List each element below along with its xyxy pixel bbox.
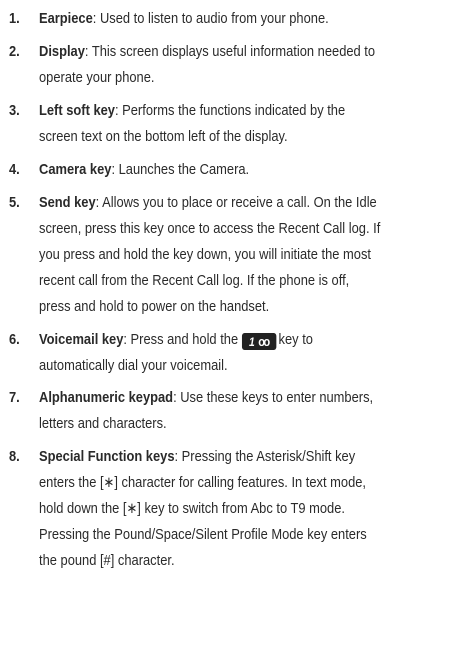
item-body: Alphanumeric keypad: Use these keys to e…	[39, 385, 474, 437]
item-line: automatically dial your voicemail.	[39, 357, 228, 374]
item-term: Alphanumeric keypad	[39, 389, 174, 406]
item-term: Earpiece	[39, 10, 93, 27]
item-text: : Performs the functions indicated by th…	[114, 102, 346, 119]
document-page: 1. Earpiece: Used to listen to audio fro…	[0, 0, 474, 645]
item-line: Special Function keys: Pressing the Aste…	[39, 444, 474, 470]
item-text: : This screen displays useful informatio…	[84, 43, 376, 60]
item-line: Alphanumeric keypad: Use these keys to e…	[39, 385, 474, 411]
item-text: : Launches the Camera.	[111, 161, 250, 178]
item-term: Left soft key	[39, 102, 115, 119]
item-number: 6.	[9, 331, 20, 348]
item-line: screen, press this key once to access th…	[39, 220, 381, 237]
item-term: Display	[39, 43, 85, 60]
item-text: : Pressing the Asterisk/Shift key	[174, 448, 356, 465]
item-body: Left soft key: Performs the functions in…	[39, 98, 474, 150]
item-number: 7.	[9, 389, 20, 406]
item-term: Camera key	[39, 161, 112, 178]
item-line: Left soft key: Performs the functions in…	[39, 98, 474, 124]
item-text: : Use these keys to enter numbers,	[173, 389, 374, 406]
voicemail-symbol: oo	[258, 334, 270, 349]
item-line: the pound [#] character.	[39, 552, 175, 569]
item-line: Pressing the Pound/Space/Silent Profile …	[39, 526, 367, 543]
item-number: 5.	[9, 194, 20, 211]
item-line: Display: This screen displays useful inf…	[39, 39, 474, 65]
item-number: 2.	[9, 43, 20, 60]
item-body: Earpiece: Used to listen to audio from y…	[39, 6, 474, 32]
item-body: Camera key: Launches the Camera.	[39, 157, 474, 183]
item-line: you press and hold the key down, you wil…	[39, 246, 372, 263]
item-line: operate your phone.	[39, 69, 155, 86]
item-line: Voicemail key: Press and hold the 1 oo key …	[39, 327, 474, 353]
item-text: : Press and hold the	[123, 331, 239, 348]
voicemail-key-icon: 1 oo	[241, 333, 276, 350]
item-term: Send key	[39, 194, 96, 211]
item-line: letters and characters.	[39, 415, 167, 432]
item-term: Voicemail key	[39, 331, 124, 348]
item-line: Earpiece: Used to listen to audio from y…	[39, 6, 474, 32]
item-number: 3.	[9, 102, 20, 119]
item-line: recent call from the Recent Call log. If…	[39, 272, 350, 289]
key-digit: 1	[249, 335, 255, 349]
item-body: Display: This screen displays useful inf…	[39, 39, 474, 91]
item-text: : Used to listen to audio from your phon…	[92, 10, 329, 27]
item-body: Send key: Allows you to place or receive…	[39, 190, 474, 320]
item-text: : Allows you to place or receive a call.…	[95, 194, 377, 211]
item-line: hold down the [∗] key to switch from Abc…	[39, 500, 345, 517]
item-term: Special Function keys	[39, 448, 175, 465]
item-number: 8.	[9, 448, 20, 465]
item-text: key to	[278, 331, 313, 348]
item-line: screen text on the bottom left of the di…	[39, 128, 288, 145]
item-line: press and hold to power on the handset.	[39, 298, 270, 315]
item-number: 4.	[9, 161, 20, 178]
item-number: 1.	[9, 10, 20, 27]
item-line: Camera key: Launches the Camera.	[39, 157, 474, 183]
item-line: enters the [∗] character for calling fea…	[39, 474, 367, 491]
item-body: Voicemail key: Press and hold the 1 oo key …	[39, 327, 474, 379]
item-line: Send key: Allows you to place or receive…	[39, 190, 474, 216]
item-body: Special Function keys: Pressing the Aste…	[39, 444, 474, 574]
